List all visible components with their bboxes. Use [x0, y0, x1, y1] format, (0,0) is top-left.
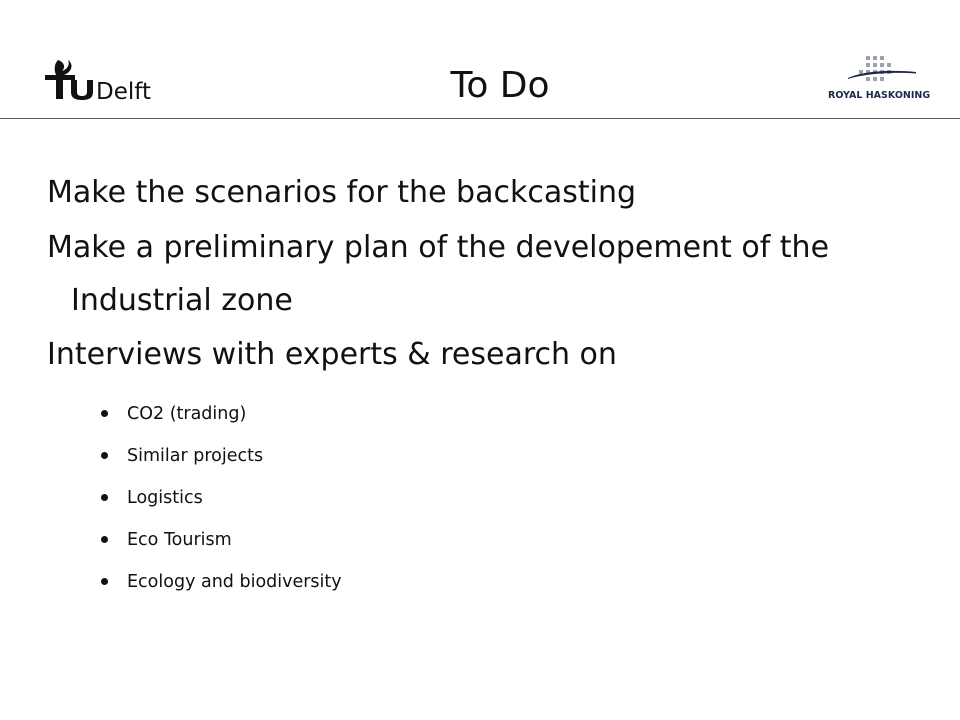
research-topic-similar-projects: Similar projects [99, 435, 342, 477]
main-points-list: Make the scenarios for the backcasting M… [47, 165, 927, 383]
research-topic-label: Similar projects [127, 446, 264, 466]
slide-title: To Do [450, 65, 550, 106]
header-divider [0, 118, 960, 119]
research-topic-eco-tourism: Eco Tourism [99, 519, 342, 561]
main-point-preliminary-plan: Make a preliminary plan of the developem… [47, 230, 830, 318]
research-topic-label: Ecology and biodiversity [127, 572, 342, 592]
haskoning-wordmark: ROYAL HASKONING [828, 90, 930, 101]
research-topic-logistics: Logistics [99, 477, 342, 519]
royal-haskoning-logo: ROYAL HASKONING [826, 52, 934, 104]
bullet-icon [101, 452, 108, 459]
main-point-scenarios: Make the scenarios for the backcasting [47, 175, 637, 210]
research-topic-ecology: Ecology and biodiversity [99, 561, 342, 603]
bullet-icon [101, 494, 108, 501]
research-topic-label: Logistics [127, 488, 203, 508]
bullet-icon [101, 410, 108, 417]
bullet-icon [101, 536, 108, 543]
research-topic-co2: CO2 (trading) [99, 393, 342, 435]
research-topics-list: CO2 (trading) Similar projects Logistics… [99, 393, 342, 603]
research-topic-label: CO2 (trading) [127, 404, 247, 424]
research-topic-label: Eco Tourism [127, 530, 232, 550]
haskoning-grid-icon: ROYAL HASKONING [828, 56, 930, 101]
slide: Delft To Do ROYAL HASKONING Make the sce… [0, 0, 960, 720]
bullet-icon [101, 578, 108, 585]
main-point-interviews: Interviews with experts & research on [47, 337, 617, 372]
